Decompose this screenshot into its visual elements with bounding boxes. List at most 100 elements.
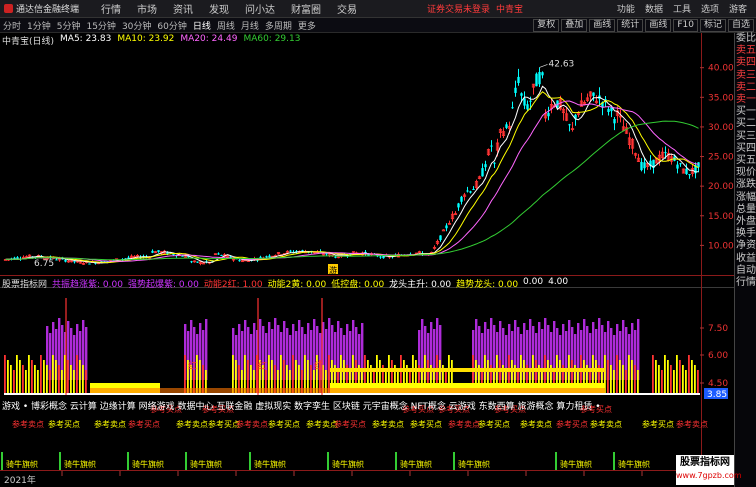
ind-red-yellow-bar (652, 355, 654, 395)
ind-current-value: 3.85 (707, 390, 727, 400)
candle-body (568, 124, 571, 126)
flag-label: 骑牛旗帜 (190, 459, 222, 469)
candle-body (469, 191, 472, 193)
ind-red-yellow-bar (73, 370, 75, 395)
candle-body (592, 92, 595, 96)
ref-trade-label: 参考卖点 (372, 419, 404, 429)
candle-body (441, 229, 446, 232)
side-label: 卖四 (736, 57, 756, 69)
ref-trade-label: 参考买点 (334, 419, 366, 429)
low-label: 6.75 (34, 259, 54, 269)
price-tick-label: 35.00 (708, 93, 734, 103)
ind-tick-label: 7.50 (708, 324, 728, 334)
candle-body (676, 164, 679, 169)
ind-red-yellow-bar (685, 370, 687, 395)
candle-body (514, 87, 517, 93)
indicator-value-1: 强势起爆紫: 0.00 (127, 280, 199, 290)
ref-trade-label: 参考买点 (556, 419, 588, 429)
indicator-value-6: 趋势龙头: 0.00 (456, 280, 519, 290)
candle-body (640, 161, 643, 171)
ma10-line (5, 91, 699, 264)
side-label: 卖二 (736, 81, 756, 93)
ma5-line (5, 85, 699, 264)
ind-red-yellow-bar (676, 355, 678, 395)
ref-trade-label: 参考卖点 (94, 419, 126, 429)
flag-label: 骑牛旗帜 (254, 459, 286, 469)
candle-body (643, 162, 646, 169)
candle-body (289, 250, 292, 252)
ind-red-yellow-bar (46, 365, 48, 395)
kline-chart[interactable]: 40.00 35.00 30.00 25.00 20.00 15.00 10.00 42.63… (0, 0, 734, 487)
side-label: 卖五 (736, 45, 756, 57)
candle-body (520, 93, 523, 96)
candle-body (460, 196, 463, 202)
ind-red-yellow-bar (76, 355, 78, 395)
ind-red-yellow-bar (634, 365, 636, 395)
ind-red-yellow-bar (58, 365, 60, 395)
candle-body (688, 174, 691, 176)
candle-body (55, 259, 58, 261)
ind-red-yellow-bar (655, 360, 657, 395)
watermark-url: www.7gpzb.com (676, 471, 742, 480)
candle-body (490, 145, 493, 147)
ind-red-yellow-bar (661, 370, 663, 395)
candle-body (466, 190, 469, 192)
candle-body (439, 235, 442, 241)
indicator-name: 股票指标网 (2, 280, 48, 290)
ind-red-yellow-bar (610, 365, 612, 395)
ind-red-yellow-bar (79, 360, 81, 395)
ma60-line (5, 120, 699, 261)
flag-label: 骑牛旗帜 (132, 459, 164, 469)
side-label[interactable]: 自动 (735, 265, 756, 277)
indicator-value-3: 动能2黄: 0.00 (267, 280, 327, 290)
side-label: 收益 (736, 252, 756, 264)
candle-body (526, 104, 529, 110)
ma20-value: MA20: 24.49 (180, 34, 238, 44)
candle-body (472, 188, 475, 191)
ind-red-yellow-bar (658, 365, 660, 395)
ind-red-yellow-bar (637, 370, 639, 395)
candle-body (541, 72, 544, 76)
side-label: 净资 (736, 240, 756, 252)
candle-body (181, 255, 184, 257)
side-label: 总量 (736, 203, 756, 215)
ind-red-yellow-bar (682, 365, 684, 395)
candle-body (259, 256, 262, 258)
candle-body (679, 163, 682, 165)
side-label[interactable]: 行情 (735, 277, 756, 289)
candle-body (517, 76, 520, 83)
candle-body (217, 253, 220, 255)
price-tick-label: 25.00 (708, 153, 734, 163)
candle-body (523, 98, 526, 106)
price-tick-label: 20.00 (708, 182, 734, 192)
ind-red-yellow-bar (10, 365, 12, 395)
ma20-line (5, 100, 699, 262)
concept-tags: 游戏 • 博彩概念 云计算 边缘计算 网络游戏 数据中心 互联金融 虚拟现实 数… (2, 402, 601, 412)
high-label: 42.63 (549, 59, 575, 69)
candle-body (697, 162, 700, 168)
ind-red-yellow-bar (43, 360, 45, 395)
side-label: 买一 (736, 106, 756, 118)
ind-red-yellow-bar (670, 365, 672, 395)
ref-trade-label: 参考买点 (410, 419, 442, 429)
ma5-value: MA5: 23.83 (60, 34, 112, 44)
indicator-value-7: 0.00 (523, 277, 544, 287)
side-label: 涨幅 (736, 191, 756, 203)
ref-trade-label: 参考买点 (478, 419, 510, 429)
ma10-value: MA10: 23.92 (117, 34, 175, 44)
ref-trade-label: 参考卖点 (448, 419, 480, 429)
ind-red-yellow-bar (40, 355, 42, 395)
ind-red-yellow-bar (625, 370, 627, 395)
watermark: 股票指标网 www.7gpzb.com (676, 455, 742, 485)
price-tick-label: 30.00 (708, 123, 734, 133)
ind-red-label: 红 (188, 360, 197, 372)
flag-label: 骑牛旗帜 (332, 459, 364, 469)
candle-body (172, 254, 175, 256)
candle-body (664, 152, 667, 154)
ref-trade-label: 参考卖点 (12, 419, 44, 429)
ind-red-yellow-bar (13, 370, 15, 395)
flag-label: 骑牛旗帜 (618, 459, 650, 469)
ref-trade-label: 参考卖点 (520, 419, 552, 429)
candle-body (151, 250, 154, 253)
ind-red-yellow-bar (667, 360, 669, 395)
